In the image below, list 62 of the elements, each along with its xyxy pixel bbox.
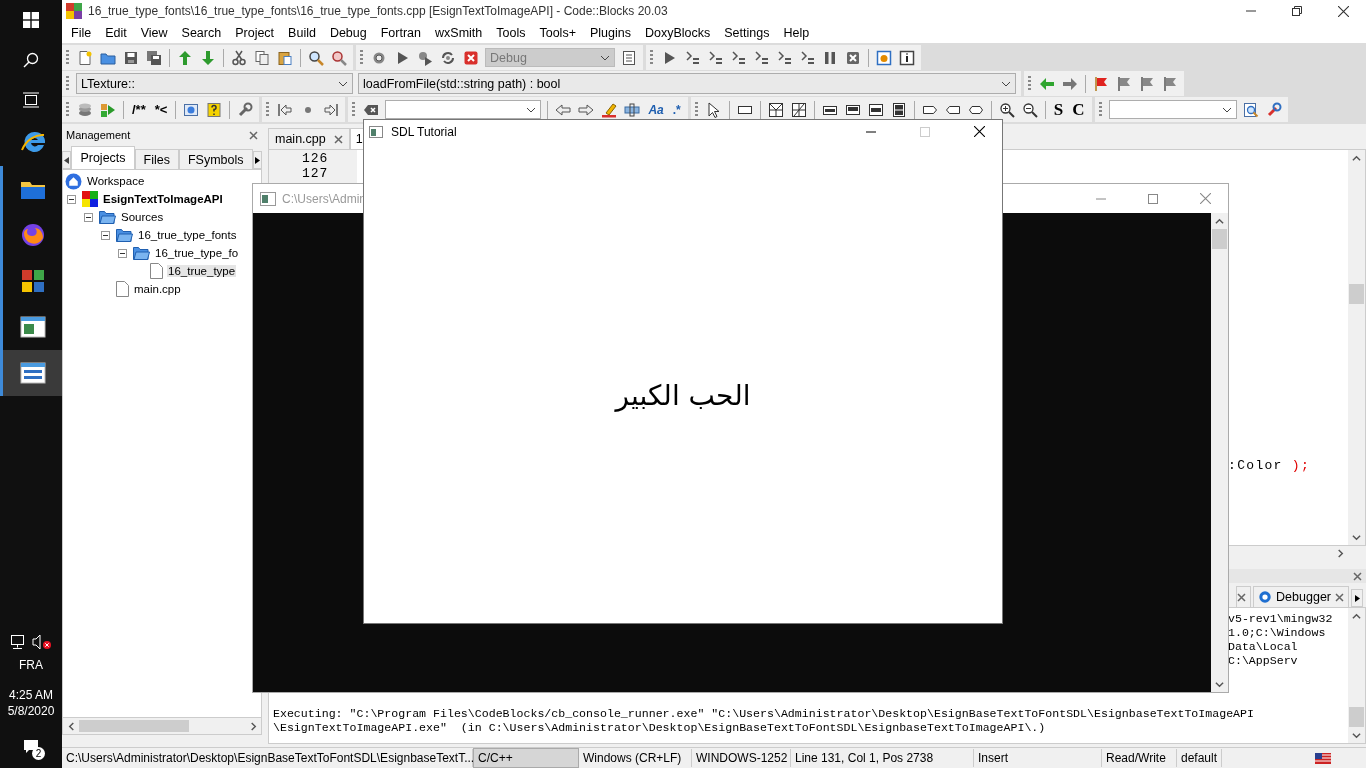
log-tab[interactable]: Debugger [1253,586,1349,607]
letter-button[interactable]: S [1049,98,1068,121]
clock-time: 4:25 AM [9,688,53,702]
status-field: C/C++ [473,748,579,768]
menu-item[interactable]: wxSmith [428,25,490,40]
panel-title: Management [66,129,131,141]
clock[interactable]: 4:25 AM 5/8/2020 [7,688,55,718]
log-line: \EsignTextToImageAPI.exe" (in C:\Users\Administrator\Desktop\EsignBaseTextToFontSDL\EsignbaseTextToImageAPI\.) [273,721,1047,735]
menu-item[interactable]: Settings [717,25,777,40]
menu-item[interactable]: Help [776,25,817,40]
line-number: 127 [302,166,329,181]
panel-tab[interactable]: Files [134,149,179,169]
menu-item[interactable]: File [64,25,99,40]
code-line: :Color ); [1228,458,1310,475]
menu-item[interactable]: View [133,25,175,40]
line-number: 126 [302,151,329,166]
tree-item[interactable]: 16_true_type_fonts [137,229,238,241]
menu-item[interactable]: Build [281,25,323,40]
menu-item[interactable]: DoxyBlocks [637,25,718,40]
notifications-button[interactable]: 2 [16,734,46,760]
status-field: Insert [974,749,1102,767]
tree-item[interactable]: 16_true_type [167,265,237,277]
status-field: default [1177,749,1223,767]
scope-dropdown[interactable]: LTexture:: [76,73,353,94]
rendered-text: الحب الكبير [615,379,751,412]
clock-date: 5/8/2020 [7,704,55,718]
window-title: SDL Tutorial [391,124,457,139]
status-field: WINDOWS-1252 [692,749,791,767]
log-line: Executing: "C:\Program Files\CodeBlocks/cb_console_runner.exe" "C:\Users\Administrator\Desktop\EsignBaseTextToFontSDL\EsignbaseTextToImageAPI [273,707,1255,721]
log-line: 1.0;C:\Windows [1228,626,1327,640]
menu-item[interactable]: Project [228,25,282,40]
panel-tab[interactable]: FSymbols [179,149,253,169]
window-title: 16_true_type_fonts\16_true_type_fonts\16_true_type_fonts.cpp [EsignTextToImageAPI] - Code::Blocks 20.03 [88,4,668,18]
menu-item[interactable]: Fortran [373,25,429,40]
status-field: Line 131, Col 1, Pos 2738 [791,749,974,767]
menu-item[interactable]: Tools+ [532,25,583,40]
comment-button[interactable]: /** [128,98,150,121]
match-case-button[interactable]: Aa [644,98,668,121]
status-field: Windows (CR+LF) [579,749,692,767]
window-title: C:\Users\Admin [282,191,367,206]
input-language[interactable]: FRA [19,658,43,672]
log-line: v5-rev1\mingw32 [1228,612,1334,626]
letter-button[interactable]: C [1068,98,1089,121]
notification-count: 2 [32,747,45,760]
regex-button[interactable]: .* [668,98,685,121]
menu-item[interactable]: Edit [98,25,134,40]
log-line: C:\AppServ [1228,654,1299,668]
tree-item[interactable]: 16_true_type_fo [154,247,240,259]
tree-item[interactable]: Workspace [86,175,146,187]
tree-item[interactable]: main.cpp [133,283,182,295]
menu-item[interactable]: Plugins [582,25,638,40]
log-line: Data\Local [1228,640,1299,654]
menu-item[interactable]: Search [174,25,229,40]
menu-item[interactable]: Tools [489,25,533,40]
menu-item[interactable]: Debug [322,25,374,40]
status-field: Read/Write [1102,749,1177,767]
tree-item[interactable]: Sources [120,211,165,223]
comment-button[interactable]: *< [150,98,172,121]
panel-tab[interactable]: Projects [71,146,135,169]
file-tab[interactable]: main.cpp [268,128,350,149]
function-dropdown[interactable]: loadFromFile(std::string path) : bool [358,73,1016,94]
tree-item[interactable]: EsignTextToImageAPI [102,193,224,205]
